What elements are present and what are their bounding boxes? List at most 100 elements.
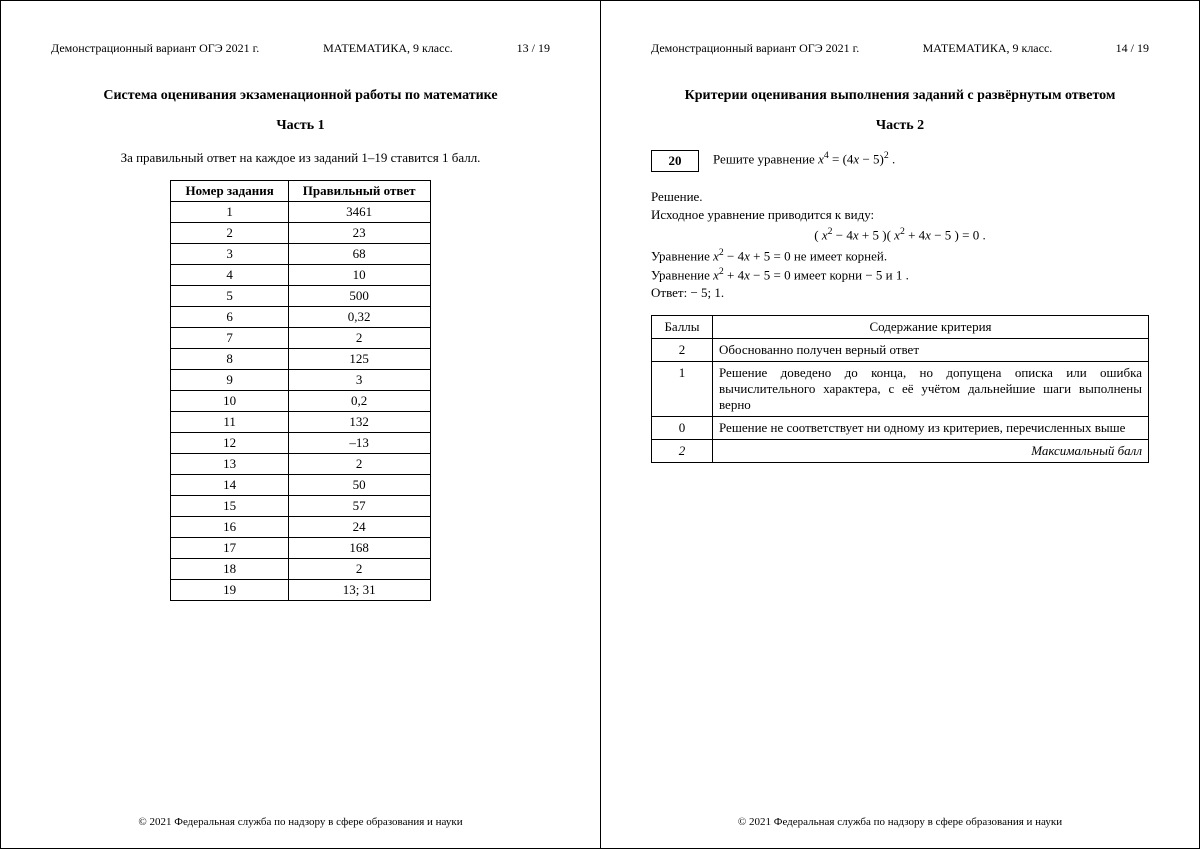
cell-answer: 68 bbox=[288, 244, 430, 265]
running-head-left: Демонстрационный вариант ОГЭ 2021 г. МАТ… bbox=[51, 41, 550, 56]
page-13: Демонстрационный вариант ОГЭ 2021 г. МАТ… bbox=[1, 1, 600, 848]
part-title: Часть 1 bbox=[51, 118, 550, 134]
cell-answer: 2 bbox=[288, 559, 430, 580]
cell-answer: 168 bbox=[288, 538, 430, 559]
solution-answer: Ответ: − 5; 1. bbox=[651, 284, 1149, 302]
table-row: 12–13 bbox=[171, 433, 430, 454]
col-points: Баллы bbox=[652, 316, 713, 339]
cell-task-number: 10 bbox=[171, 391, 288, 412]
cell-task-number: 15 bbox=[171, 496, 288, 517]
cell-answer: 2 bbox=[288, 454, 430, 475]
cell-answer: 3 bbox=[288, 370, 430, 391]
running-head-right: Демонстрационный вариант ОГЭ 2021 г. МАТ… bbox=[651, 41, 1149, 56]
cell-task-number: 14 bbox=[171, 475, 288, 496]
rubric-table: Баллы Содержание критерия 2Обоснованно п… bbox=[651, 315, 1149, 463]
table-row: 100,2 bbox=[171, 391, 430, 412]
cell-answer: –13 bbox=[288, 433, 430, 454]
cell-answer: 10 bbox=[288, 265, 430, 286]
cell-points: 1 bbox=[652, 362, 713, 417]
solution-label: Решение. bbox=[651, 188, 1149, 206]
table-row: 5500 bbox=[171, 286, 430, 307]
footer-copyright: © 2021 Федеральная служба по надзору в с… bbox=[651, 786, 1149, 828]
cell-task-number: 6 bbox=[171, 307, 288, 328]
cell-task-number: 13 bbox=[171, 454, 288, 475]
cell-task-number: 9 bbox=[171, 370, 288, 391]
table-row: 93 bbox=[171, 370, 430, 391]
table-row: 13461 bbox=[171, 202, 430, 223]
part-title: Часть 2 bbox=[651, 118, 1149, 134]
table-row: 132 bbox=[171, 454, 430, 475]
cell-task-number: 2 bbox=[171, 223, 288, 244]
cell-task-number: 4 bbox=[171, 265, 288, 286]
col-task-number: Номер задания bbox=[171, 181, 288, 202]
solution-line-reduce: Исходное уравнение приводится к виду: bbox=[651, 206, 1149, 224]
cell-criterion: Обоснованно получен верный ответ bbox=[713, 339, 1149, 362]
table-row: 72 bbox=[171, 328, 430, 349]
cell-task-number: 11 bbox=[171, 412, 288, 433]
table-row: 1450 bbox=[171, 475, 430, 496]
table-row: 0Решение не соответствует ни одному из к… bbox=[652, 417, 1149, 440]
table-row: 223 bbox=[171, 223, 430, 244]
cell-task-number: 18 bbox=[171, 559, 288, 580]
cell-answer: 24 bbox=[288, 517, 430, 538]
cell-task-number: 8 bbox=[171, 349, 288, 370]
solution-block: Решение. Исходное уравнение приводится к… bbox=[651, 188, 1149, 301]
cell-task-number: 17 bbox=[171, 538, 288, 559]
table-row: 410 bbox=[171, 265, 430, 286]
cell-answer: 125 bbox=[288, 349, 430, 370]
cell-answer: 2 bbox=[288, 328, 430, 349]
solution-line-roots: Уравнение x2 + 4x − 5 = 0 имеет корни − … bbox=[651, 265, 1149, 284]
cell-answer: 132 bbox=[288, 412, 430, 433]
two-page-spread: Демонстрационный вариант ОГЭ 2021 г. МАТ… bbox=[0, 0, 1200, 849]
table-row: 8125 bbox=[171, 349, 430, 370]
scoring-intro: За правильный ответ на каждое из заданий… bbox=[51, 150, 550, 166]
cell-task-number: 16 bbox=[171, 517, 288, 538]
cell-task-number: 3 bbox=[171, 244, 288, 265]
page-14: Демонстрационный вариант ОГЭ 2021 г. МАТ… bbox=[600, 1, 1199, 848]
table-row: 182 bbox=[171, 559, 430, 580]
cell-answer: 50 bbox=[288, 475, 430, 496]
cell-criterion: Решение не соответствует ни одному из кр… bbox=[713, 417, 1149, 440]
table-row: 17168 bbox=[171, 538, 430, 559]
cell-task-number: 12 bbox=[171, 433, 288, 454]
cell-task-number: 19 bbox=[171, 580, 288, 601]
rh-subject: МАТЕМАТИКА, 9 класс. bbox=[323, 41, 453, 56]
cell-answer: 13; 31 bbox=[288, 580, 430, 601]
cell-answer: 3461 bbox=[288, 202, 430, 223]
table-row: 2Обоснованно получен верный ответ bbox=[652, 339, 1149, 362]
rh-page-num: 13 / 19 bbox=[517, 41, 550, 56]
cell-answer: 500 bbox=[288, 286, 430, 307]
task-number-box: 20 bbox=[651, 150, 699, 172]
footer-copyright: © 2021 Федеральная служба по надзору в с… bbox=[51, 786, 550, 828]
rh-title: Демонстрационный вариант ОГЭ 2021 г. bbox=[651, 41, 859, 56]
cell-criterion: Решение доведено до конца, но допущена о… bbox=[713, 362, 1149, 417]
answers-table: Номер задания Правильный ответ 134612233… bbox=[170, 180, 430, 601]
task-20: 20 Решите уравнение x4 = (4x − 5)2 . bbox=[651, 150, 1149, 172]
cell-answer: 0,32 bbox=[288, 307, 430, 328]
rh-page-num: 14 / 19 bbox=[1116, 41, 1149, 56]
cell-points: 0 bbox=[652, 417, 713, 440]
table-row: 1Решение доведено до конца, но допущена … bbox=[652, 362, 1149, 417]
table-row: 11132 bbox=[171, 412, 430, 433]
cell-answer: 0,2 bbox=[288, 391, 430, 412]
table-row: 1557 bbox=[171, 496, 430, 517]
cell-max-points: 2 bbox=[652, 440, 713, 463]
solution-line-noroots: Уравнение x2 − 4x + 5 = 0 не имеет корне… bbox=[651, 246, 1149, 265]
cell-max-label: Максимальный балл bbox=[713, 440, 1149, 463]
table-row: 60,32 bbox=[171, 307, 430, 328]
cell-task-number: 1 bbox=[171, 202, 288, 223]
col-correct-answer: Правильный ответ bbox=[288, 181, 430, 202]
table-row-max: 2Максимальный балл bbox=[652, 440, 1149, 463]
table-row: 1624 bbox=[171, 517, 430, 538]
table-row: 368 bbox=[171, 244, 430, 265]
cell-task-number: 7 bbox=[171, 328, 288, 349]
section-title: Критерии оценивания выполнения заданий с… bbox=[651, 88, 1149, 104]
section-title: Система оценивания экзаменационной работ… bbox=[51, 88, 550, 104]
cell-answer: 23 bbox=[288, 223, 430, 244]
table-row: 1913; 31 bbox=[171, 580, 430, 601]
solution-equation-factored: ( x2 − 4x + 5 )( x2 + 4x − 5 ) = 0 . bbox=[651, 225, 1149, 244]
rh-title: Демонстрационный вариант ОГЭ 2021 г. bbox=[51, 41, 259, 56]
col-criterion: Содержание критерия bbox=[713, 316, 1149, 339]
cell-task-number: 5 bbox=[171, 286, 288, 307]
task-prompt: Решите уравнение x4 = (4x − 5)2 . bbox=[713, 150, 895, 167]
